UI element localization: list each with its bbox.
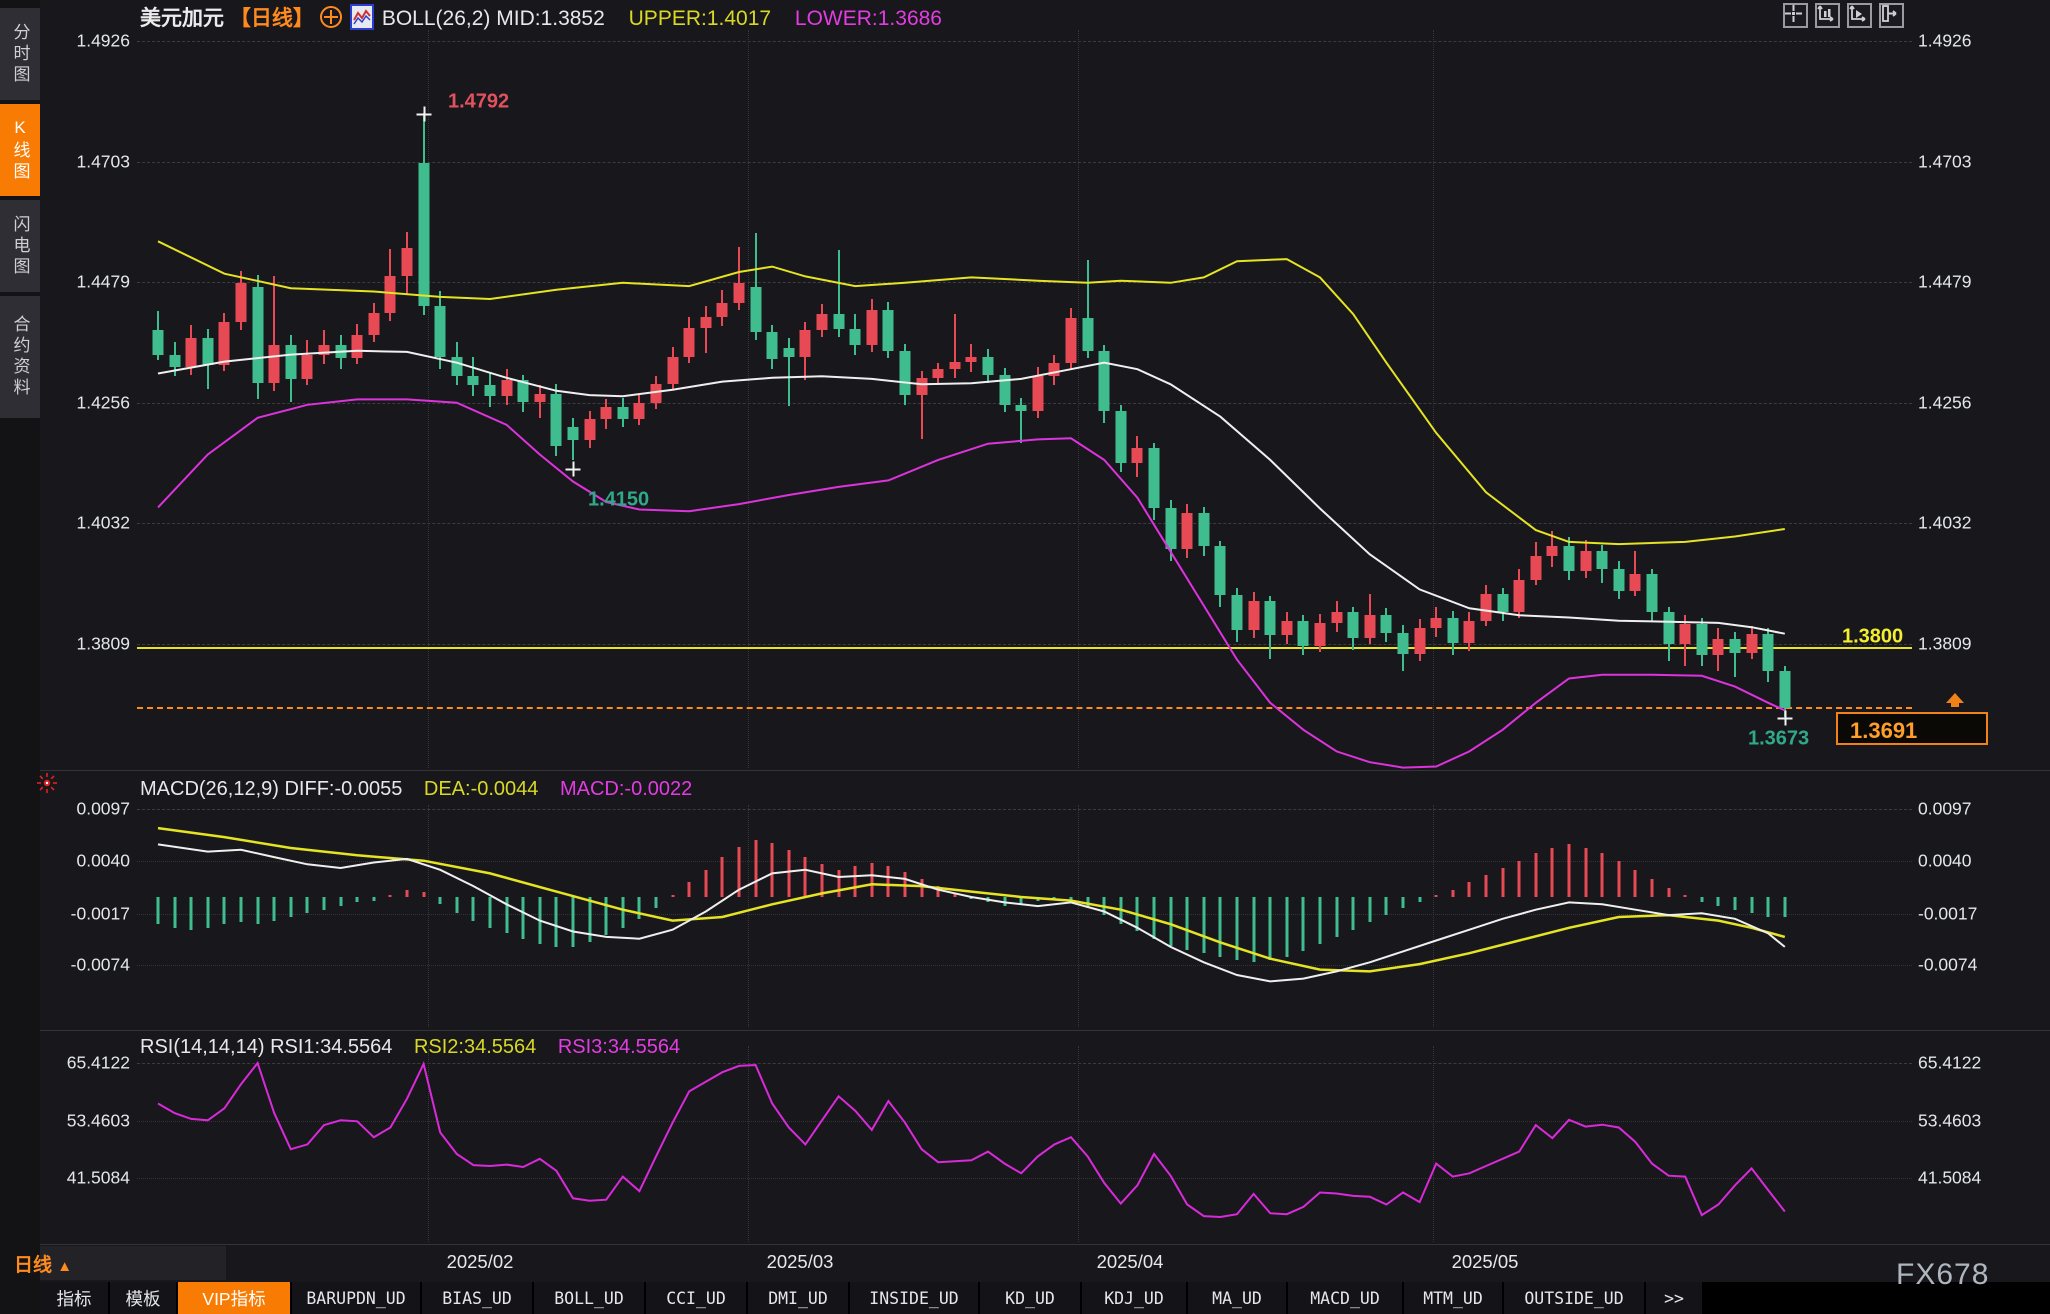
indicator-line (158, 351, 1785, 634)
date-label: 2025/02 (447, 1251, 514, 1273)
rsi-header: RSI(14,14,14) RSI1:34.5564 RSI2:34.5564 … (140, 1036, 680, 1059)
bottom-tab-5[interactable]: BIAS_UD (422, 1282, 532, 1314)
bottom-tab-7[interactable]: CCI_UD (646, 1282, 746, 1314)
date-label: 2025/03 (767, 1251, 834, 1273)
panel-separator (40, 1244, 2050, 1245)
indicator-line (158, 399, 1785, 767)
date-label: 2025/04 (1097, 1251, 1164, 1273)
high-cross-marker (417, 107, 432, 122)
period-selector[interactable]: 日线 ▲ (14, 1250, 72, 1277)
bottom-tab-8[interactable]: DMI_UD (748, 1282, 848, 1314)
macd-dea-readout: DEA:-0.0044 (424, 778, 539, 800)
panel-separator[interactable] (40, 1030, 2050, 1031)
macd-diff-readout: MACD(26,12,9) DIFF:-0.0055 (140, 778, 402, 800)
bottom-tab-3[interactable]: VIP指标 (178, 1282, 290, 1314)
bottom-tab-4[interactable]: BARUPDN_UD (292, 1282, 420, 1314)
price-up-arrow-icon (1946, 693, 1964, 703)
indicator-line (158, 241, 1785, 544)
bottom-tab-6[interactable]: BOLL_UD (534, 1282, 644, 1314)
feb-low-price-label: 1.4150 (588, 489, 649, 512)
panel-separator[interactable] (40, 770, 2050, 771)
indicator-tabbar: 指标模板VIP指标BARUPDN_UDBIAS_UDBOLL_UDCCI_UDD… (40, 1282, 2050, 1314)
bottom-tab-12[interactable]: MA_UD (1188, 1282, 1286, 1314)
macd-macd-readout: MACD:-0.0022 (560, 778, 692, 800)
indicator-line (158, 844, 1785, 981)
bottom-tab-16[interactable]: >> (1646, 1282, 1702, 1314)
period-arrow-icon: ▲ (57, 1258, 72, 1275)
low-cross-marker (566, 462, 581, 477)
bottom-tab-13[interactable]: MACD_UD (1288, 1282, 1402, 1314)
rsi3-readout: RSI3:34.5564 (558, 1036, 680, 1058)
rsi1-readout: RSI(14,14,14) RSI1:34.5564 (140, 1036, 392, 1058)
support-price-label: 1.3800 (1842, 626, 1903, 649)
indicator-line (158, 1063, 1785, 1217)
bottom-tab-11[interactable]: KDJ_UD (1082, 1282, 1186, 1314)
rsi2-readout: RSI2:34.5564 (414, 1036, 536, 1058)
high-price-label: 1.4792 (448, 91, 509, 114)
last-price-box[interactable]: 1.3691 (1836, 712, 1988, 745)
watermark: FX678 (1896, 1258, 1989, 1292)
indicator-lines (0, 0, 2050, 1314)
last-low-cross-marker (1778, 711, 1793, 726)
bottom-tab-14[interactable]: MTM_UD (1404, 1282, 1502, 1314)
date-label: 2025/05 (1452, 1251, 1519, 1273)
macd-header: MACD(26,12,9) DIFF:-0.0055 DEA:-0.0044 M… (140, 778, 692, 801)
indicator-line (158, 828, 1785, 971)
bottom-tab-2[interactable]: 模板 (110, 1282, 176, 1314)
trading-terminal: 分时图K线图闪电图合约资料 美元加元 【日线】 BOLL(26,2) MID:1… (0, 0, 2050, 1314)
last-low-price-label: 1.3673 (1748, 728, 1809, 751)
bottom-tab-9[interactable]: INSIDE_UD (850, 1282, 978, 1314)
bottom-tab-15[interactable]: OUTSIDE_UD (1504, 1282, 1644, 1314)
bottom-tab-10[interactable]: KD_UD (980, 1282, 1080, 1314)
alert-burst-icon[interactable] (36, 772, 58, 794)
period-label-text: 日线 (14, 1255, 52, 1276)
bottom-tab-1[interactable]: 指标 (40, 1282, 108, 1314)
